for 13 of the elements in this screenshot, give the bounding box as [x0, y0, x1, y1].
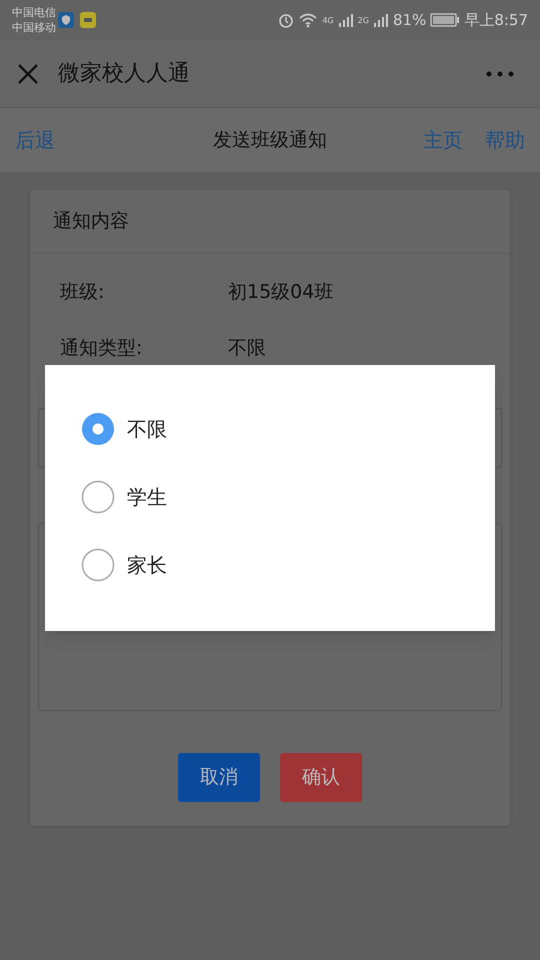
carrier-label: 中国电信: [12, 5, 56, 20]
network-label: 4G: [322, 14, 334, 27]
field-value: 不限: [228, 336, 266, 361]
network-label: 2G: [358, 14, 369, 27]
page-title: 发送班级通知: [212, 128, 328, 153]
app-title: 微家校人人通: [58, 60, 190, 88]
field-label: 班级:: [60, 280, 106, 305]
card-title: 通知内容: [53, 209, 129, 234]
battery-percent: 81%: [392, 10, 426, 31]
field-value: 初15级04班: [228, 280, 334, 305]
field-label: 通知类型:: [60, 336, 144, 361]
clock: 早上8:57: [464, 10, 528, 31]
carrier-label: 中国移动: [12, 20, 56, 35]
